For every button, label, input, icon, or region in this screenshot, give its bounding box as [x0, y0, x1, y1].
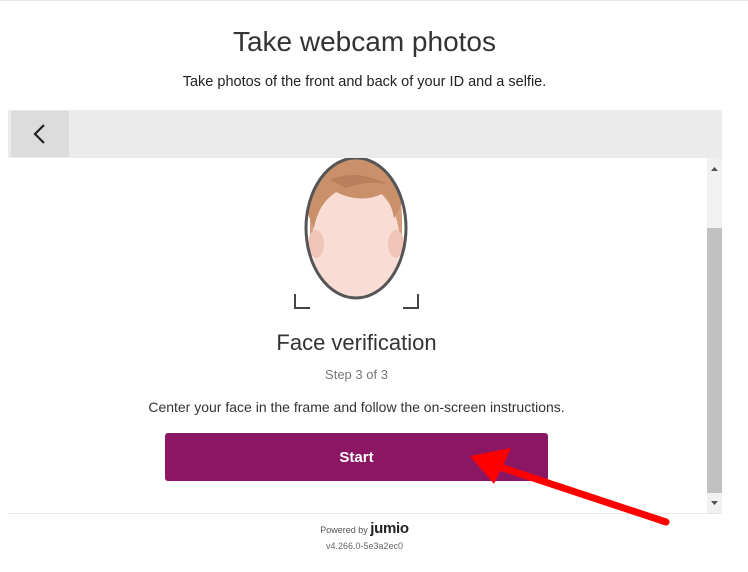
triangle-down-icon[interactable] — [707, 498, 722, 508]
face-verification-title: Face verification — [276, 330, 437, 355]
page-title: Take webcam photos — [232, 26, 497, 57]
back-button[interactable] — [11, 111, 69, 157]
scrollbar[interactable] — [707, 158, 722, 513]
instructions-text: Center your face in the frame and follow… — [148, 399, 565, 415]
footer-divider — [8, 513, 722, 514]
triangle-up-icon[interactable] — [707, 164, 722, 174]
start-button[interactable]: Start — [165, 433, 548, 481]
top-border — [0, 0, 748, 1]
step-indicator: Step 3 of 3 — [325, 367, 388, 382]
face-frame-icon — [294, 158, 419, 309]
verification-frame: Face verification Step 3 of 3 Center you… — [8, 110, 722, 513]
scrollbar-thumb[interactable] — [707, 228, 722, 493]
version-text: v4.266.0-5e3a2ec0 — [325, 541, 404, 551]
frame-header-bar — [8, 110, 722, 158]
chevron-left-icon — [33, 124, 45, 144]
powered-by-label: Powered by — [320, 525, 368, 535]
jumio-logo: jumio — [370, 520, 409, 537]
page-subtitle: Take photos of the front and back of you… — [182, 74, 547, 90]
powered-by: Powered by jumio — [0, 520, 729, 537]
